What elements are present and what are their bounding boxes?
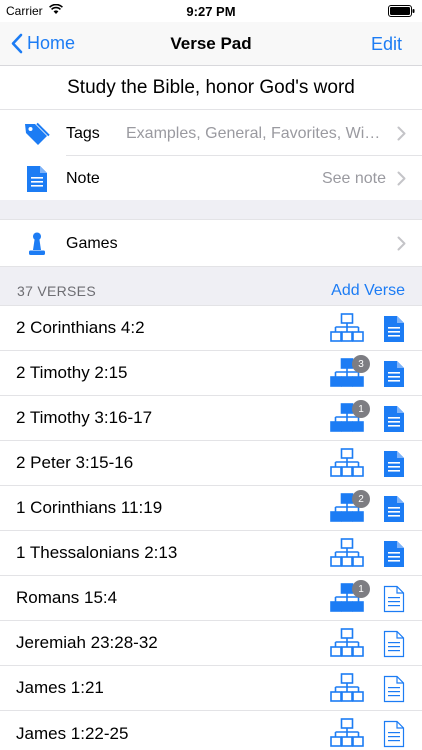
navigation-bar: Home Verse Pad Edit xyxy=(0,22,422,66)
back-label: Home xyxy=(27,33,76,53)
verse-note-icon[interactable] xyxy=(383,495,407,523)
verse-note-icon[interactable] xyxy=(383,360,407,388)
verse-row[interactable]: James 1:21 xyxy=(0,666,422,711)
verse-reference: 1 Thessalonians 2:13 xyxy=(16,543,178,562)
note-label: Note xyxy=(66,169,100,187)
status-time: 9:27 PM xyxy=(186,4,236,19)
battery-icon xyxy=(388,5,416,20)
section-gap xyxy=(0,200,422,220)
count-badge: 1 xyxy=(352,580,370,598)
verses-section-header: 37 VERSES Add Verse xyxy=(0,266,422,306)
verse-note-icon[interactable] xyxy=(383,585,407,613)
chevron-left-icon xyxy=(11,33,23,54)
count-badge: 2 xyxy=(352,490,370,508)
document-icon xyxy=(18,165,56,193)
verse-row[interactable]: 1 Thessalonians 2:13 xyxy=(0,531,422,576)
back-button[interactable]: Home xyxy=(10,33,75,54)
verse-reference: 2 Timothy 3:16-17 xyxy=(16,408,153,427)
verse-row[interactable]: 1 Corinthians 11:19 2 xyxy=(0,486,422,531)
verse-tree-icon[interactable] xyxy=(330,718,366,750)
tags-label: Tags xyxy=(66,124,100,142)
verse-reference: 2 Peter 3:15-16 xyxy=(16,453,134,472)
verse-count: 37 VERSES xyxy=(17,283,96,299)
verse-note-icon[interactable] xyxy=(383,630,407,658)
verse-reference: 2 Corinthians 4:2 xyxy=(16,318,145,337)
verse-row[interactable]: Romans 15:4 1 xyxy=(0,576,422,621)
verse-tree-icon[interactable]: 2 xyxy=(330,490,370,525)
verse-row[interactable]: 2 Peter 3:15-16 xyxy=(0,441,422,486)
game-pawn-icon xyxy=(18,231,56,257)
add-verse-button[interactable]: Add Verse xyxy=(331,282,405,300)
chevron-right-icon xyxy=(397,171,406,191)
verse-note-icon[interactable] xyxy=(383,720,407,748)
study-heading: Study the Bible, honor God's word xyxy=(0,66,422,110)
games-label: Games xyxy=(66,234,118,252)
verse-reference: James 1:22-25 xyxy=(16,723,129,743)
verse-reference: Jeremiah 23:28-32 xyxy=(16,633,158,652)
verse-reference: James 1:21 xyxy=(16,678,104,697)
verse-note-icon[interactable] xyxy=(383,315,407,343)
verse-note-icon[interactable] xyxy=(383,405,407,433)
verse-tree-icon[interactable] xyxy=(330,628,366,660)
count-badge: 1 xyxy=(352,400,370,418)
chevron-right-icon xyxy=(397,126,406,146)
verse-tree-icon[interactable]: 1 xyxy=(330,400,370,435)
verse-row[interactable]: 2 Corinthians 4:2 xyxy=(0,306,422,351)
chevron-right-icon xyxy=(397,236,406,256)
edit-button[interactable]: Edit xyxy=(371,34,402,55)
verse-tree-icon[interactable]: 3 xyxy=(330,355,370,390)
verse-tree-icon[interactable] xyxy=(330,673,366,705)
verse-reference: Romans 15:4 xyxy=(16,588,118,607)
note-value: See note xyxy=(321,169,386,187)
verse-row[interactable]: James 1:22-25 xyxy=(0,711,422,750)
count-badge: 3 xyxy=(352,355,370,373)
verse-reference: 2 Timothy 2:15 xyxy=(16,363,128,382)
verse-note-icon[interactable] xyxy=(383,540,407,568)
verse-row[interactable]: 2 Timothy 2:15 3 xyxy=(0,351,422,396)
verse-tree-icon[interactable] xyxy=(330,448,366,480)
tag-icon xyxy=(18,121,56,147)
verse-tree-icon[interactable] xyxy=(330,538,366,570)
note-cell[interactable]: Note See note xyxy=(0,156,422,201)
verse-list: 2 Corinthians 4:2 2 Timothy 2:15 3 2 Timoth… xyxy=(0,306,422,750)
verse-reference: 1 Corinthians 11:19 xyxy=(16,498,163,517)
tags-cell[interactable]: Tags Examples, General, Favorites, Wisd.… xyxy=(0,111,422,156)
verse-note-icon[interactable] xyxy=(383,675,407,703)
verse-row[interactable]: 2 Timothy 3:16-17 1 xyxy=(0,396,422,441)
verse-note-icon[interactable] xyxy=(383,450,407,478)
verse-tree-icon[interactable]: 1 xyxy=(330,580,370,615)
verse-row[interactable]: Jeremiah 23:28-32 xyxy=(0,621,422,666)
games-cell[interactable]: Games xyxy=(0,221,422,266)
status-bar: Carrier 9:27 PM xyxy=(0,0,422,22)
verse-tree-icon[interactable] xyxy=(330,313,366,345)
tags-value: Examples, General, Favorites, Wisd... xyxy=(126,124,386,142)
